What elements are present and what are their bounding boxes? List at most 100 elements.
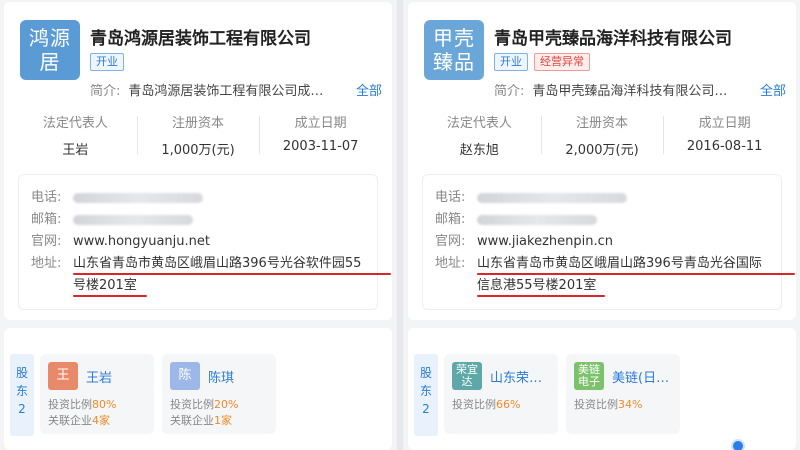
status-badge: 开业 <box>494 53 528 71</box>
company-logo-text: 甲壳臻品 <box>433 26 475 74</box>
shareholder-name[interactable]: 山东荣… <box>490 367 542 386</box>
shareholder-card[interactable]: 陈 陈琪 投资比例20% 关联企业1家 <box>162 354 276 434</box>
address-underline <box>73 295 147 297</box>
investment-ratio-value: 20% <box>214 398 239 411</box>
related-companies-label: 关联企业 <box>170 414 214 427</box>
address-text[interactable]: 山东省青岛市黄岛区峨眉山路396号光谷软件园55 号楼201室 <box>73 253 361 297</box>
shareholders-section: 股东 2 王 王岩 投资比例80% 关联企业4家 陈 陈琪 投资比例20% 关联… <box>4 328 392 450</box>
shareholder-card[interactable]: 美链电子 美链(日… 投资比例34% <box>566 354 680 434</box>
address-row: 地址: 山东省青岛市黄岛区峨眉山路396号光谷软件园55 号楼201室 <box>31 253 391 297</box>
shareholder-name[interactable]: 美链(日… <box>612 367 669 386</box>
shareholder-card[interactable]: 王 王岩 投资比例80% 关联企业4家 <box>40 354 154 434</box>
address-text[interactable]: 山东省青岛市黄岛区峨眉山路396号青岛光谷国际 信息港55号楼201室 <box>477 253 762 297</box>
investment-ratio-label: 投资比例 <box>170 398 214 411</box>
status-badges: 开业 经营异常 <box>494 53 590 71</box>
intro-more-link[interactable]: 全部 <box>760 80 786 99</box>
phone-row: 电话: <box>31 187 365 209</box>
website-link[interactable]: www.hongyuanju.net <box>73 231 210 253</box>
stat-label: 注册资本 <box>576 116 629 131</box>
avatar-text: 美链电子 <box>578 363 600 388</box>
address-line-2: 信息港55号楼201室 <box>477 278 597 293</box>
investment-ratio: 投资比例20% <box>170 396 238 412</box>
shareholders-tab[interactable]: 股东 2 <box>10 354 34 436</box>
investment-ratio-value: 66% <box>496 398 521 411</box>
address-label: 地址: <box>435 256 466 271</box>
stat-value[interactable]: 王岩 <box>14 139 137 158</box>
shareholders-section: 股东 2 荣宜达 山东荣… 投资比例66% 美链电子 美链(日… 投资比例34% <box>408 328 796 450</box>
status-badges: 开业 <box>90 53 124 71</box>
address-underline <box>73 273 391 275</box>
intro-more-link[interactable]: 全部 <box>356 80 382 99</box>
company-panel-right: 甲壳臻品 青岛甲壳臻品海洋科技有限公司 开业 经营异常 简介: 青岛甲壳臻品海洋科… <box>404 0 800 450</box>
email-blurred <box>73 215 193 225</box>
avatar-text: 荣宜达 <box>456 363 478 388</box>
shareholders-tab-label: 股东 <box>16 366 29 398</box>
address-line-1: 山东省青岛市黄岛区峨眉山路396号青岛光谷国际 <box>477 256 762 271</box>
status-badge: 开业 <box>90 53 124 71</box>
company-stats: 法定代表人赵东旭 注册资本 2,000万(元) 成立日期 2016-08-11 <box>418 112 786 162</box>
email-row: 邮箱: <box>435 209 769 231</box>
company-logo-text: 鸿源居 <box>29 26 71 74</box>
contact-box: 电话: 邮箱: 官网: www.jiakezhenpin.cn 地址: 山东省青岛… <box>422 174 795 310</box>
abnormal-badge[interactable]: 经营异常 <box>534 53 590 71</box>
company-name[interactable]: 青岛甲壳臻品海洋科技有限公司 <box>494 24 732 49</box>
related-companies: 关联企业1家 <box>170 412 232 428</box>
investment-ratio-label: 投资比例 <box>48 398 92 411</box>
avatar: 荣宜达 <box>452 362 482 390</box>
company-intro: 简介: 青岛甲壳臻品海洋科技有限公司… <box>494 80 727 99</box>
stat-legal-rep: 法定代表人 王岩 <box>14 112 137 162</box>
scroll-indicator[interactable] <box>731 439 745 450</box>
company-card: 鸿源居 青岛鸿源居装饰工程有限公司 开业 简介: 青岛鸿源居装饰工程有限公司成… … <box>4 2 392 320</box>
intro-label: 简介: <box>494 84 525 99</box>
intro-text: 青岛鸿源居装饰工程有限公司成… <box>128 84 324 99</box>
phone-blurred <box>477 193 627 203</box>
shareholder-name[interactable]: 陈琪 <box>208 367 234 386</box>
investment-ratio-label: 投资比例 <box>452 398 496 411</box>
company-stats: 法定代表人王岩 注册资本 1,000万(元) 成立日期 2003-11-07 <box>14 112 382 162</box>
stat-value: 2003-11-07 <box>282 139 359 154</box>
address-label: 地址: <box>31 256 62 271</box>
related-companies-label: 关联企业 <box>48 414 92 427</box>
company-intro: 简介: 青岛鸿源居装饰工程有限公司成… <box>90 80 323 99</box>
investment-ratio-value: 34% <box>618 398 643 411</box>
intro-text: 青岛甲壳臻品海洋科技有限公司… <box>532 84 728 99</box>
shareholders-count: 2 <box>422 402 430 416</box>
phone-blurred <box>73 193 203 203</box>
contact-box: 电话: 邮箱: 官网: www.hongyuanju.net 地址: 山东省青岛市… <box>18 174 391 310</box>
stat-founded: 成立日期 2016-08-11 <box>663 112 786 162</box>
stat-label: 法定代表人 <box>446 116 512 131</box>
address-row: 地址: 山东省青岛市黄岛区峨眉山路396号青岛光谷国际 信息港55号楼201室 <box>435 253 795 297</box>
website-label: 官网: <box>31 234 62 249</box>
address-underline <box>477 295 605 297</box>
company-panel-left: 鸿源居 青岛鸿源居装饰工程有限公司 开业 简介: 青岛鸿源居装饰工程有限公司成… … <box>0 0 396 450</box>
shareholder-card[interactable]: 荣宜达 山东荣… 投资比例66% <box>444 354 558 434</box>
email-label: 邮箱: <box>31 212 62 227</box>
address-line-1: 山东省青岛市黄岛区峨眉山路396号光谷软件园55 <box>73 256 362 271</box>
phone-label: 电话: <box>435 190 466 205</box>
phone-row: 电话: <box>435 187 769 209</box>
address-underline <box>477 273 795 275</box>
website-label: 官网: <box>435 234 466 249</box>
panel-divider <box>397 0 403 450</box>
phone-label: 电话: <box>31 190 62 205</box>
stat-legal-rep: 法定代表人 赵东旭 <box>418 112 541 162</box>
investment-ratio-label: 投资比例 <box>574 398 618 411</box>
website-row: 官网: www.hongyuanju.net <box>31 231 365 253</box>
website-link[interactable]: www.jiakezhenpin.cn <box>477 231 613 253</box>
stat-value[interactable]: 赵东旭 <box>418 139 541 158</box>
stat-capital: 注册资本 2,000万(元) <box>540 112 664 162</box>
stat-label: 法定代表人 <box>42 116 108 131</box>
shareholders-tab[interactable]: 股东 2 <box>414 354 438 436</box>
company-logo: 鸿源居 <box>20 20 80 80</box>
shareholder-name[interactable]: 王岩 <box>86 367 112 386</box>
avatar: 陈 <box>170 362 200 390</box>
shareholders-tab-label: 股东 <box>420 366 433 398</box>
avatar: 美链电子 <box>574 362 604 390</box>
company-card: 甲壳臻品 青岛甲壳臻品海洋科技有限公司 开业 经营异常 简介: 青岛甲壳臻品海洋科… <box>408 2 796 320</box>
stat-label: 成立日期 <box>294 116 347 131</box>
company-name[interactable]: 青岛鸿源居装饰工程有限公司 <box>90 24 311 49</box>
related-companies-value: 4家 <box>92 414 110 427</box>
company-logo: 甲壳臻品 <box>424 20 484 80</box>
email-row: 邮箱: <box>31 209 365 231</box>
stat-capital: 注册资本 1,000万(元) <box>136 112 260 162</box>
